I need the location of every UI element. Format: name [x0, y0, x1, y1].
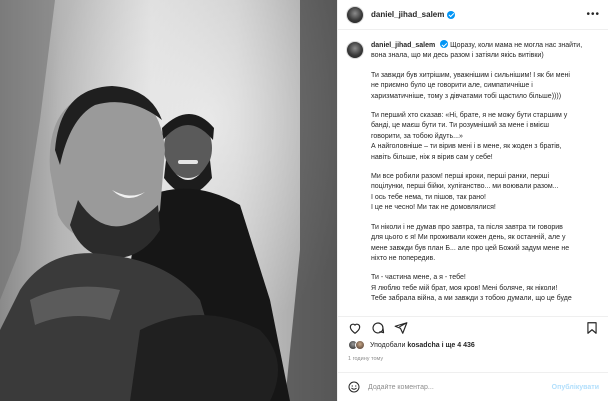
save-button[interactable]	[585, 321, 599, 335]
post-timestamp[interactable]: 1 годину тому	[348, 356, 383, 362]
caption-line: ніхто не попередив.	[371, 254, 436, 262]
more-options-icon[interactable]: •••	[586, 9, 600, 20]
caption-line: Ти завжди був хитрішим, уважнішим і силь…	[371, 71, 570, 79]
caption-text: daniel_jihad_salem Щоразу, коли мама не …	[371, 40, 599, 305]
photo-people-illustration	[0, 0, 337, 401]
caption-line: мене завжди був план Б... але про цей Бо…	[371, 244, 570, 252]
caption-line: І це не чесно! Ми так не домовлялися!	[371, 204, 496, 212]
caption-paragraph: Ти - частина мене, а я - тебе! Я люблю те…	[371, 273, 599, 304]
caption-line: Ти перший хто сказав: «Ні, брате, я не м…	[371, 112, 568, 120]
caption-line: І ось тебе нема, ти пішов, так рано!	[371, 193, 486, 201]
caption-line: харизматичніше, тому з дівчатами тобі ща…	[371, 92, 562, 100]
likes-count[interactable]: і ще 4 436	[442, 342, 475, 349]
verified-badge-icon	[447, 10, 456, 19]
post-details-panel: daniel_jihad_salem ••• daniel_jihad_sale…	[337, 0, 608, 401]
caption-line: не приємно було це говорити але, симпати…	[371, 82, 533, 90]
emoji-icon[interactable]	[348, 381, 360, 393]
heart-icon	[349, 323, 361, 334]
bookmark-icon	[587, 321, 597, 334]
share-icon	[394, 321, 408, 334]
caption-line: говорити, за тобою йдуть...»	[371, 132, 463, 140]
caption-author-avatar[interactable]	[346, 41, 364, 59]
liker-avatar	[355, 340, 365, 350]
comment-input[interactable]	[368, 383, 552, 391]
share-button[interactable]	[394, 321, 408, 335]
caption-verified-badge-icon	[440, 40, 449, 48]
comment-bar: Опублікувати	[338, 372, 608, 401]
liker-avatars	[348, 340, 365, 350]
caption-line: поцілунки, перші бійки, хуліганство... м…	[371, 183, 559, 191]
caption-paragraph: Ми все робили разом! перші кроки, перші …	[371, 172, 599, 214]
caption-line: А найголовніше – ти вірив мені і в мене,…	[371, 143, 562, 151]
caption-paragraph: Ти завжди був хитрішим, уважнішим і силь…	[371, 71, 599, 102]
caption-line: Я люблю тебе мій брат, моя кров! Мені бо…	[371, 284, 558, 292]
post-header: daniel_jihad_salem •••	[338, 0, 608, 30]
post-photo[interactable]	[0, 0, 337, 401]
likes-user[interactable]: kosadcha	[407, 342, 439, 349]
post-actions	[338, 316, 608, 338]
instagram-post: daniel_jihad_salem ••• daniel_jihad_sale…	[0, 0, 608, 401]
caption-line: Ти ніколи і не думав про завтра, та післ…	[371, 223, 563, 231]
caption-paragraphs: Ти завжди був хитрішим, уважнішим і силь…	[371, 71, 599, 305]
caption-username[interactable]: daniel_jihad_salem	[371, 42, 435, 49]
caption-line: Ми все робили разом! перші кроки, перші …	[371, 173, 550, 181]
caption-row: daniel_jihad_salem Щоразу, коли мама не …	[346, 40, 601, 305]
post-caption: daniel_jihad_salem Щоразу, коли мама не …	[338, 31, 608, 316]
author-avatar[interactable]	[346, 5, 364, 24]
caption-paragraph: Ти ніколи і не думав про завтра, та післ…	[371, 223, 599, 265]
comment-button[interactable]	[371, 321, 385, 335]
caption-line: навіть більше, ніж я вірив сам у себе!	[371, 153, 493, 161]
like-button[interactable]	[348, 321, 362, 335]
author-username[interactable]: daniel_jihad_salem	[371, 10, 444, 19]
caption-line: для цього є я! Ми проживали кожен день, …	[371, 234, 566, 242]
comment-icon	[372, 321, 385, 333]
likes-prefix: Уподобали	[370, 341, 406, 349]
likes-summary: Уподобали kosadcha і ще 4 436	[348, 340, 475, 350]
caption-line: Ти - частина мене, а я - тебе!	[371, 274, 466, 282]
caption-line: Тебе забрала війна, а ми завжди з тобою …	[371, 295, 572, 303]
caption-paragraph: Ти перший хто сказав: «Ні, брате, я не м…	[371, 111, 599, 163]
publish-button[interactable]: Опублікувати	[552, 384, 599, 391]
caption-line: банді, це маєш бути ти. Ти розумніший за…	[371, 122, 550, 130]
